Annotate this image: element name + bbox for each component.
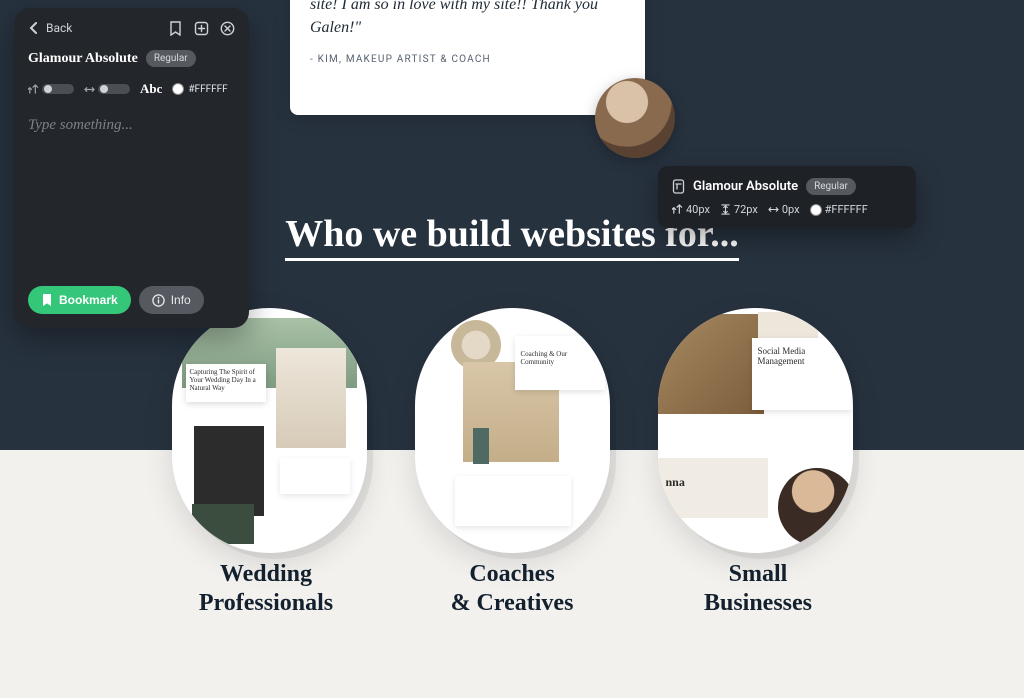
tooltip-font-name: Glamour Absolute [693,179,798,194]
tooltip-weight: Regular [806,178,856,195]
testimonial-attribution: - KIM, MAKEUP ARTIST & COACH [310,54,625,65]
font-file-icon [672,179,685,194]
preview-mock: Capturing The Spirit of Your Wedding Day… [172,308,367,553]
color-hex: #FFFFFF [188,84,227,95]
preview-mock: Social Media Management nna [658,308,853,553]
chevron-left-icon [28,22,40,34]
font-tooltip: Glamour Absolute Regular 40px 72px 0px #… [658,166,916,228]
category-small-business: Small Businesses [663,560,853,618]
back-label: Back [46,21,72,35]
info-button[interactable]: Info [139,286,204,314]
back-button[interactable]: Back [28,21,72,35]
type-area[interactable]: Type something... [14,111,249,140]
info-icon [152,294,165,307]
tooltip-size: 40px [672,203,710,216]
sample-text: Abc [140,81,162,97]
font-size-icon [672,204,683,215]
tooltip-letter-spacing: 0px [768,203,800,216]
line-height-icon [720,204,731,215]
preview-row: Capturing The Spirit of Your Wedding Day… [0,308,1024,553]
testimonial-quote: getting all the information they need fr… [310,0,625,40]
testimonial-card: getting all the information they need fr… [290,0,645,115]
size-slider[interactable] [28,84,74,95]
bookmark-fill-icon [41,293,53,307]
color-swatch-icon [810,204,822,216]
font-name: Glamour Absolute [28,51,138,67]
preview-mock: Coaching & Our Community [415,308,610,553]
font-weight-tag[interactable]: Regular [146,50,196,67]
letter-spacing-slider[interactable] [84,84,130,95]
font-inspector-panel: Back Glamour Absolute Regular [14,8,249,328]
page-stage: getting all the information they need fr… [0,0,1024,698]
collection-icon[interactable] [193,20,209,36]
preview-small-business[interactable]: Social Media Management nna [658,308,853,553]
tooltip-color: #FFFFFF [810,203,868,216]
category-coaches: Coaches & Creatives [417,560,607,618]
category-labels: Wedding Professionals Coaches & Creative… [0,560,1024,618]
close-icon[interactable] [219,20,235,36]
bookmark-button[interactable]: Bookmark [28,286,131,314]
letter-spacing-icon [768,204,779,215]
type-placeholder: Type something... [28,117,133,133]
bookmark-icon[interactable] [167,20,183,36]
preview-wedding[interactable]: Capturing The Spirit of Your Wedding Day… [172,308,367,553]
color-chip[interactable]: #FFFFFF [172,83,227,95]
testimonial-avatar [595,78,675,158]
category-wedding: Wedding Professionals [171,560,361,618]
preview-coaches[interactable]: Coaching & Our Community [415,308,610,553]
tooltip-line-height: 72px [720,203,758,216]
font-size-icon [28,84,39,95]
letter-spacing-icon [84,84,95,95]
color-swatch-icon [172,83,184,95]
